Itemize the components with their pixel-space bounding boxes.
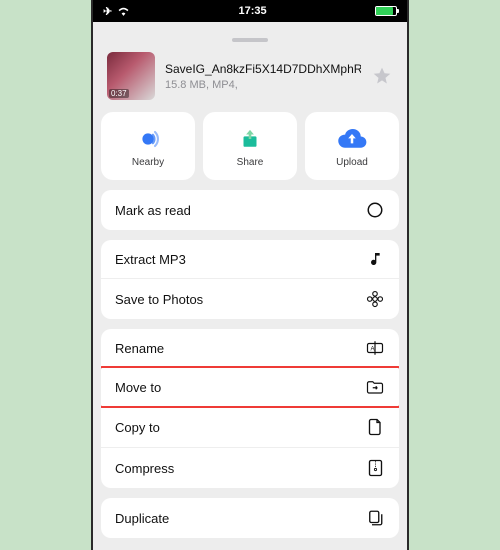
music-icon (365, 251, 385, 267)
flower-icon (365, 290, 385, 308)
folder-arrow-icon (365, 379, 385, 395)
zip-icon (365, 459, 385, 477)
nearby-label: Nearby (132, 157, 164, 168)
row-label: Move to (115, 380, 161, 395)
file-name: SaveIG_An8kzFi5X14D7DDhXMphRfwQ_DteM6vka… (165, 62, 361, 77)
duration-badge: 0:37 (109, 89, 129, 98)
rename-icon: A (365, 340, 385, 356)
sheet-grabber[interactable] (232, 38, 268, 42)
row-label: Mark as read (115, 203, 191, 218)
share-button[interactable]: Share (203, 112, 297, 180)
upload-icon (337, 125, 367, 153)
video-thumbnail[interactable]: 0:37 (107, 52, 155, 100)
row-label: Copy to (115, 420, 160, 435)
airplane-icon: ✈ (103, 5, 112, 18)
row-label: Extract MP3 (115, 252, 186, 267)
copy-to-row[interactable]: Copy to (101, 406, 399, 447)
file-header: 0:37 SaveIG_An8kzFi5X14D7DDhXMphRfwQ_Dte… (101, 52, 399, 112)
battery-icon (375, 6, 397, 16)
save-photos-row[interactable]: Save to Photos (101, 278, 399, 319)
row-label: Compress (115, 461, 174, 476)
duplicate-icon (365, 509, 385, 527)
row-label: Save to Photos (115, 292, 203, 307)
duplicate-row[interactable]: Duplicate (101, 498, 399, 538)
svg-text:A: A (371, 346, 375, 352)
wifi-icon (117, 6, 130, 16)
nearby-icon (134, 125, 162, 153)
status-bar: ✈ 17:35 (93, 0, 407, 22)
circle-icon (365, 201, 385, 219)
share-label: Share (237, 157, 264, 168)
nearby-button[interactable]: Nearby (101, 112, 195, 180)
clock: 17:35 (239, 5, 267, 17)
menu-list: Mark as read Extract MP3 Save to Photos (101, 190, 399, 550)
row-label: Rename (115, 341, 164, 356)
document-icon (365, 418, 385, 436)
favorite-button[interactable] (371, 65, 393, 87)
compress-row[interactable]: Compress (101, 447, 399, 488)
upload-label: Upload (336, 157, 368, 168)
share-sheet: 0:37 SaveIG_An8kzFi5X14D7DDhXMphRfwQ_Dte… (93, 30, 407, 550)
upload-button[interactable]: Upload (305, 112, 399, 180)
mark-read-row[interactable]: Mark as read (101, 190, 399, 230)
share-icon (237, 125, 263, 153)
move-to-row[interactable]: Move to (101, 367, 399, 406)
file-meta: 15.8 MB, MP4, (165, 79, 361, 91)
extract-mp3-row[interactable]: Extract MP3 (101, 240, 399, 278)
row-label: Duplicate (115, 511, 169, 526)
rename-row[interactable]: Rename A (101, 329, 399, 367)
